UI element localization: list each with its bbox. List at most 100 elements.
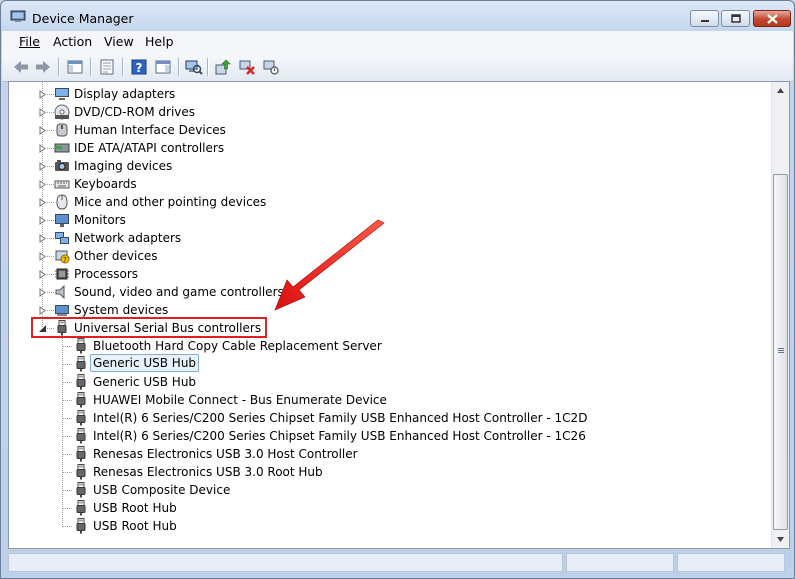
tree-device-item[interactable]: HUAWEI Mobile Connect - Bus Enumerate De…: [9, 391, 769, 409]
forward-icon: [36, 61, 50, 73]
expand-icon: [39, 180, 46, 189]
menu-view[interactable]: View: [104, 34, 134, 49]
camera-icon: [55, 160, 69, 171]
disable-icon: [263, 60, 279, 75]
title-bar[interactable]: Device Manager: [1, 1, 794, 31]
show-action-pane-icon: [155, 60, 171, 74]
svg-text:?: ?: [63, 256, 67, 264]
system-device-icon: [55, 305, 69, 316]
tree-category-label: Other devices: [74, 249, 158, 263]
tree-category-label: Mice and other pointing devices: [74, 195, 267, 209]
uninstall-icon: [239, 60, 255, 75]
menu-file-label: File: [19, 34, 40, 49]
tree-category-monitors[interactable]: Monitors: [9, 211, 769, 229]
tree-device-item[interactable]: Bluetooth Hard Copy Cable Replacement Se…: [9, 337, 769, 355]
tree-device-item[interactable]: Intel(R) 6 Series/C200 Series Chipset Fa…: [9, 409, 769, 427]
device-manager-app-icon: [10, 10, 26, 22]
tree-category-other-devices[interactable]: ? Other devices: [9, 247, 769, 265]
scroll-up-icon: [777, 88, 784, 93]
tree-category-label: Imaging devices: [74, 159, 173, 173]
expand-icon: [39, 108, 46, 117]
menu-help-label: Help: [145, 34, 174, 49]
scroll-down-button[interactable]: [772, 531, 789, 548]
tree-category-ide-ata-atapi-controllers[interactable]: IDE ATA/ATAPI controllers: [9, 139, 769, 157]
show-hide-console-tree-icon: [67, 60, 83, 74]
expand-icon: [39, 216, 46, 225]
mouse-icon: [56, 194, 68, 210]
status-segment: [566, 553, 674, 572]
scroll-thumb[interactable]: [773, 174, 788, 530]
tree-device-item[interactable]: Intel(R) 6 Series/C200 Series Chipset Fa…: [9, 427, 769, 445]
display-adapter-icon: [55, 88, 69, 100]
keyboard-icon: [54, 180, 70, 189]
status-segment: [677, 553, 785, 572]
back-button[interactable]: [11, 57, 31, 77]
annotation-arrow: [274, 219, 385, 311]
usb-connector-icon: [76, 500, 86, 516]
usb-connector-icon: [76, 428, 86, 444]
tree-device-item[interactable]: USB Root Hub: [9, 499, 769, 517]
tree-category-dvd-cdrom-drives[interactable]: DVD/CD-ROM drives: [9, 103, 769, 121]
tree-guide-line: [63, 508, 73, 509]
svg-text:?: ?: [136, 61, 143, 75]
show-action-pane-button[interactable]: [153, 57, 173, 77]
close-button[interactable]: [753, 10, 791, 27]
tree-guide-line: [63, 346, 73, 347]
tree-category-label: Monitors: [74, 213, 126, 227]
tree-category-label: Network adapters: [74, 231, 182, 245]
tree-category-network-adapters[interactable]: Network adapters: [9, 229, 769, 247]
toolbar-separator: [207, 58, 209, 76]
maximize-button[interactable]: [721, 10, 750, 27]
tree-category-human-interface-devices[interactable]: Human Interface Devices: [9, 121, 769, 139]
maximize-icon: [730, 14, 741, 23]
tree-device-label: USB Root Hub: [93, 519, 177, 533]
tree-category-imaging-devices[interactable]: Imaging devices: [9, 157, 769, 175]
tree-guide-line: [63, 454, 73, 455]
menu-help[interactable]: Help: [145, 34, 174, 49]
vertical-scrollbar[interactable]: [771, 82, 789, 548]
tree-device-item[interactable]: USB Composite Device: [9, 481, 769, 499]
tree-category-label: Human Interface Devices: [74, 123, 226, 137]
grip-line: [778, 352, 784, 353]
tree-category-keyboards[interactable]: Keyboards: [9, 175, 769, 193]
toolbar-separator: [178, 58, 180, 76]
tree-guide-line: [63, 436, 73, 437]
help-icon: ?: [131, 59, 147, 75]
tree-device-label-selected: Generic USB Hub: [90, 354, 200, 372]
tree-device-label: HUAWEI Mobile Connect - Bus Enumerate De…: [93, 393, 387, 407]
tree-category-sound-video-game-controllers[interactable]: Sound, video and game controllers: [9, 283, 769, 301]
device-manager-window: Device Manager File Action View Help ? D…: [0, 0, 795, 579]
tree-category-mice-pointing-devices[interactable]: Mice and other pointing devices: [9, 193, 769, 211]
expand-icon: [39, 144, 46, 153]
expand-icon: [39, 90, 46, 99]
expand-icon: [39, 198, 46, 207]
tree-device-item[interactable]: Renesas Electronics USB 3.0 Host Control…: [9, 445, 769, 463]
toolbar: ?: [2, 52, 793, 82]
tree-device-item[interactable]: Generic USB Hub: [9, 373, 769, 391]
disable-button[interactable]: [261, 57, 281, 77]
tree-device-item[interactable]: Renesas Electronics USB 3.0 Root Hub: [9, 463, 769, 481]
scan-hardware-button[interactable]: [184, 57, 204, 77]
tree-device-item[interactable]: USB Root Hub: [9, 517, 769, 535]
usb-connector-icon: [76, 356, 86, 372]
scroll-up-button[interactable]: [772, 82, 789, 99]
tree-category-processors[interactable]: Processors: [9, 265, 769, 283]
tree-category-label: Display adapters: [74, 87, 176, 101]
menu-file[interactable]: File: [19, 34, 40, 49]
properties-button[interactable]: [97, 57, 117, 77]
device-tree-panel: Display adapters DVD/CD-ROM drives Human I…: [8, 81, 790, 549]
forward-button[interactable]: [33, 57, 53, 77]
uninstall-button[interactable]: [237, 57, 257, 77]
tree-guide-line: [63, 472, 73, 473]
tree-category-label: Processors: [74, 267, 139, 281]
minimize-button[interactable]: [690, 10, 719, 27]
tree-guide-line: [63, 400, 73, 401]
tree-device-item[interactable]: Generic USB Hub: [9, 354, 769, 373]
menu-action[interactable]: Action: [53, 34, 92, 49]
show-hide-console-tree-button[interactable]: [65, 57, 85, 77]
help-button[interactable]: ?: [129, 57, 149, 77]
usb-connector-icon: [76, 392, 86, 408]
update-driver-button[interactable]: [213, 57, 233, 77]
tree-category-display-adapters[interactable]: Display adapters: [9, 85, 769, 103]
device-tree[interactable]: Display adapters DVD/CD-ROM drives Human I…: [9, 82, 771, 548]
